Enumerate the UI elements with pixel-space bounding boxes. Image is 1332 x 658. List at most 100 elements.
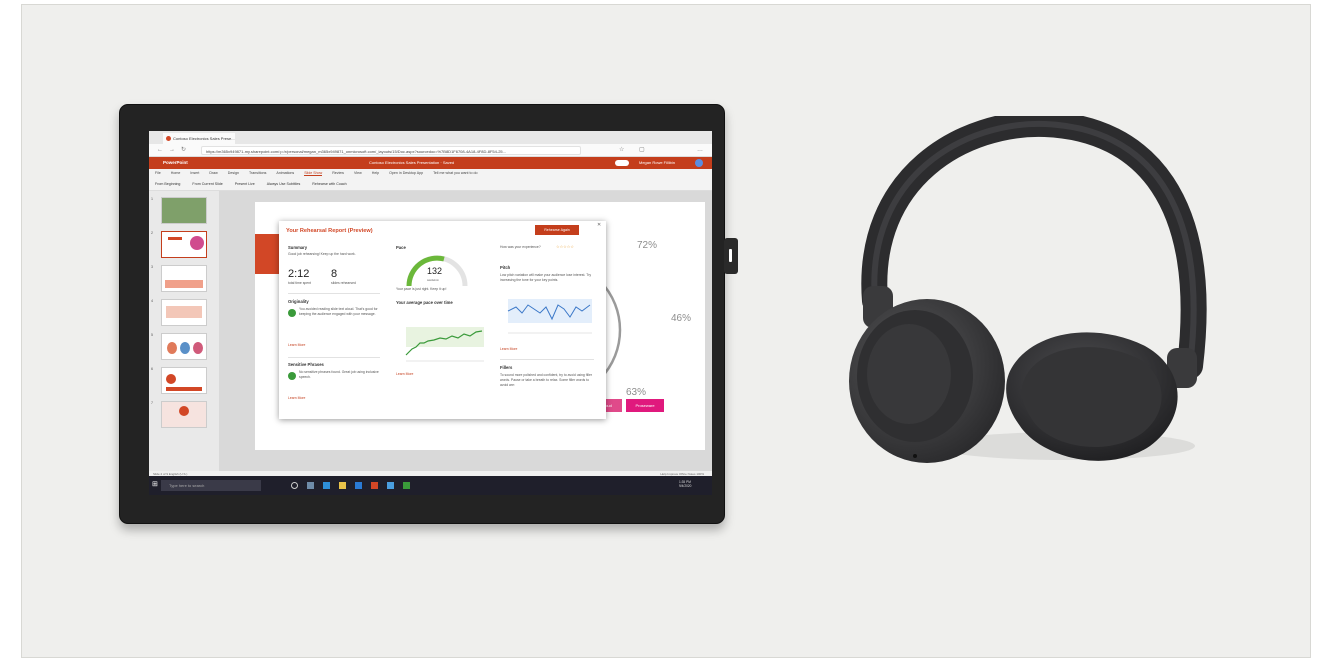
menu-item[interactable]: Design: [228, 171, 239, 175]
forward-icon[interactable]: →: [169, 146, 175, 155]
pace-unit: words/min: [427, 279, 439, 282]
coauthor-toggle[interactable]: [615, 160, 629, 166]
time-label: total time spent: [288, 281, 311, 285]
ribbon-button[interactable]: Rehearse with Coach: [312, 182, 346, 186]
powerpoint-icon[interactable]: [371, 482, 378, 489]
learn-more-link[interactable]: Learn More: [288, 343, 305, 347]
menu-item[interactable]: Help: [372, 171, 379, 175]
sensitive-phrases-heading: Sensitive Phrases: [288, 362, 324, 367]
pitch-text: Low pitch variation will make your audie…: [500, 273, 592, 282]
ribbon-button[interactable]: From Beginning: [155, 182, 180, 186]
browser-tab[interactable]: Contoso Electronics Sales Prese...: [163, 133, 235, 144]
document-name[interactable]: Contoso Electronics Sales Presentation ·…: [369, 157, 454, 169]
percent-label-right: 46%: [671, 313, 692, 324]
app-icon[interactable]: [403, 482, 410, 489]
menu-item[interactable]: Insert: [190, 171, 199, 175]
powerpoint-titlebar: PowerPoint Contoso Electronics Sales Pre…: [149, 157, 712, 169]
tablet-side-button: [724, 238, 738, 274]
pace-chart-heading: Your average pace over time: [396, 300, 453, 305]
windows-start-icon[interactable]: ⊞: [152, 481, 159, 488]
divider: [288, 357, 380, 358]
check-icon: [288, 372, 296, 380]
avatar[interactable]: [695, 159, 703, 167]
menu-item[interactable]: Slide Show: [304, 171, 323, 176]
percent-label-bottom: 63%: [626, 387, 647, 398]
slide-thumbnail[interactable]: [161, 197, 207, 224]
edge-icon[interactable]: [323, 482, 330, 489]
menu-item[interactable]: Draw: [209, 171, 217, 175]
slide-number: 5: [151, 333, 153, 337]
app-name: PowerPoint: [163, 160, 188, 165]
collections-icon[interactable]: ▢: [639, 146, 645, 155]
percent-label-top: 72%: [637, 240, 658, 251]
refresh-icon[interactable]: ↻: [181, 146, 186, 155]
slide-number: 3: [151, 265, 153, 269]
slideshow-ribbon: From Beginning From Current Slide Present …: [149, 178, 712, 191]
sensitive-phrases-text: No sensitive phrases found. Great job us…: [299, 370, 379, 379]
pace-over-time-chart: [405, 327, 484, 362]
star-icon[interactable]: ☆: [619, 146, 624, 155]
menu-item[interactable]: Review: [332, 171, 344, 175]
slide-thumbnail[interactable]: [161, 265, 207, 292]
menu-item[interactable]: View: [354, 171, 362, 175]
taskbar-search-box[interactable]: Type here to search: [161, 480, 261, 491]
tablet-screen: Contoso Electronics Sales Prese... ← → ↻…: [149, 131, 712, 495]
clock-date: 9/4/2020: [679, 484, 692, 488]
slide-thumbnail-selected[interactable]: [161, 231, 207, 258]
pace-heading: Pace: [396, 245, 406, 250]
more-icon[interactable]: …: [697, 146, 703, 155]
originality-heading: Originality: [288, 299, 309, 304]
divider: [500, 359, 594, 360]
originality-text: You avoided reading slide text aloud. Th…: [299, 307, 378, 316]
report-title: Your Rehearsal Report (Preview): [286, 228, 373, 234]
store-icon[interactable]: [355, 482, 362, 489]
user-name[interactable]: Megan Rowe Fillibin: [639, 157, 675, 169]
browser-tabstrip: Contoso Electronics Sales Prese...: [149, 131, 712, 144]
summary-text: Good job rehearsing! Keep up the hard wo…: [288, 252, 356, 256]
rehearsal-report-dialog: Your Rehearsal Report (Preview) Rehearse…: [279, 221, 606, 419]
mail-icon[interactable]: [387, 482, 394, 489]
slide-number: 2: [151, 231, 153, 235]
slide-number: 6: [151, 367, 153, 371]
ribbon-button[interactable]: Always Use Subtitles: [267, 182, 301, 186]
menu-item[interactable]: Home: [171, 171, 181, 175]
menu-item[interactable]: Open in Desktop App: [389, 171, 423, 175]
menu-bar: File Home Insert Draw Design Transitions Anima…: [149, 169, 712, 178]
file-explorer-icon[interactable]: [339, 482, 346, 489]
menu-item[interactable]: Tell me what you want to do: [433, 171, 477, 175]
learn-more-link[interactable]: Learn More: [500, 347, 517, 351]
taskbar-clock[interactable]: 1:35 PM 9/4/2020: [679, 480, 691, 488]
time-value: 2:12: [288, 268, 310, 280]
slide-number: 4: [151, 299, 153, 303]
ribbon-button[interactable]: From Current Slide: [192, 182, 222, 186]
slide-number: 7: [151, 401, 153, 405]
task-view-icon[interactable]: [307, 482, 314, 489]
learn-more-link[interactable]: Learn More: [396, 372, 413, 376]
slide-thumbnail[interactable]: [161, 333, 207, 360]
cortana-icon[interactable]: [291, 482, 298, 489]
menu-item[interactable]: Animations: [276, 171, 294, 175]
headphones: [849, 116, 1207, 463]
slide-thumbnail[interactable]: [161, 367, 207, 394]
fillers-heading: Fillers: [500, 365, 513, 370]
pace-text: Your pace is just right. Keep it up!: [396, 287, 447, 291]
slide-thumbnail[interactable]: [161, 299, 207, 326]
rating-stars-icon[interactable]: ☆☆☆☆☆: [556, 244, 574, 249]
windows-taskbar: ⊞ Type here to search 1:35 PM 9/4/2020: [149, 476, 712, 495]
pace-value: 132: [427, 266, 443, 276]
back-icon[interactable]: ←: [157, 146, 163, 155]
menu-item[interactable]: File: [155, 171, 161, 175]
url-field[interactable]: https://m365x949871-my.sharepoint.com/:p…: [201, 146, 581, 155]
slide-link-button[interactable]: Proseware: [626, 399, 664, 412]
slide-thumbnails: 1 2 3 4 5 6 7: [149, 191, 219, 471]
menu-item[interactable]: Transitions: [249, 171, 266, 175]
ribbon-button[interactable]: Present Live: [235, 182, 255, 186]
pitch-chart: [507, 299, 592, 334]
learn-more-link[interactable]: Learn More: [288, 396, 305, 400]
check-icon: [288, 309, 296, 317]
rehearse-again-button[interactable]: Rehearse Again: [535, 225, 579, 235]
pitch-heading: Pitch: [500, 265, 511, 270]
divider: [288, 293, 380, 294]
slide-thumbnail[interactable]: [161, 401, 207, 428]
close-icon[interactable]: ✕: [597, 222, 601, 228]
